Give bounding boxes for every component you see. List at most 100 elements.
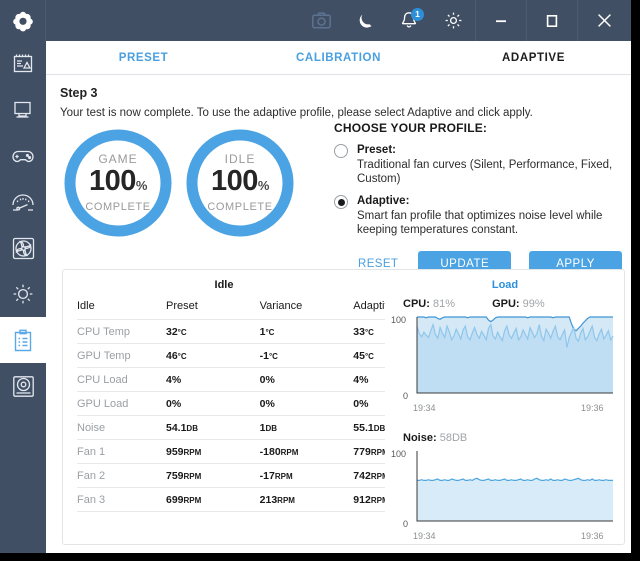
sidebar-item-tuning[interactable]	[0, 317, 46, 363]
clipboard-icon	[14, 329, 32, 351]
profile-chooser: CHOOSE YOUR PROFILE: Preset: Traditional…	[334, 121, 622, 277]
col-variance: Variance	[259, 300, 303, 312]
sidebar-item-cooling[interactable]	[0, 225, 46, 271]
cell-adaptive: 4%	[353, 367, 385, 392]
close-button[interactable]	[577, 0, 631, 41]
gauge-idle-value: 100%	[211, 166, 269, 201]
monitor-icon	[14, 101, 31, 118]
cell-preset: 54.1DB	[165, 415, 260, 440]
screenshot-icon[interactable]	[299, 0, 343, 41]
drive-icon	[12, 375, 34, 397]
load-ytick-top: 100	[391, 315, 407, 325]
load-xtick-end: 19:36	[581, 403, 604, 413]
results-card: Idle Idle Preset Variance Adaptive CPU T…	[62, 269, 625, 545]
cell-variance: 213RPM	[259, 487, 354, 512]
gauge-game-unit: %	[135, 177, 148, 193]
unit: °C	[265, 328, 275, 337]
cell-variance: -1°C	[259, 343, 354, 368]
sidebar-item-lighting[interactable]	[0, 271, 46, 317]
radio-preset-description: Traditional fan curves (Silent, Performa…	[357, 159, 613, 185]
results-table-container: Idle Idle Preset Variance Adaptive CPU T…	[63, 270, 385, 544]
minimize-icon	[496, 19, 506, 22]
camera-icon	[311, 12, 331, 29]
gauge-idle-unit: %	[257, 177, 270, 193]
profile-title: CHOOSE YOUR PROFILE:	[334, 121, 488, 135]
progress-and-profile: GAME 100% COMPLETE IDLE 100% COMPLETE CH…	[46, 121, 631, 277]
results-table: Idle Preset Variance Adaptive CPU Temp32…	[77, 297, 385, 512]
sidebar-item-report[interactable]	[0, 41, 46, 87]
title-bar-spacer	[46, 0, 299, 41]
maximize-icon	[546, 14, 558, 27]
speedometer-icon	[12, 194, 34, 211]
chart-area-cpu	[417, 324, 613, 393]
radio-preset-label: Preset:	[357, 144, 396, 156]
unit: RPM	[183, 496, 202, 505]
gauge-game-sub: COMPLETE	[85, 200, 151, 213]
radio-option-preset[interactable]: Preset: Traditional fan curves (Silent, …	[334, 143, 622, 186]
sidebar-item-storage[interactable]	[0, 363, 46, 409]
content-area: PRESET CALIBRATION ADAPTIVE Step 3 Your …	[46, 41, 631, 553]
load-legend-cpu-value: 81%	[432, 298, 455, 310]
load-chart-title: Load	[491, 279, 519, 291]
cell-adaptive: 0%	[353, 391, 385, 416]
radio-adaptive-body: Adaptive: Smart fan profile that optimiz…	[357, 194, 622, 237]
cell-preset: 4%	[165, 367, 260, 392]
tab-adaptive[interactable]: ADAPTIVE	[436, 52, 631, 64]
noise-chart-svg	[416, 451, 613, 522]
radio-adaptive[interactable]	[334, 195, 348, 209]
noise-chart[interactable]: 100 0 19:34 19:36	[391, 447, 624, 542]
app-logo[interactable]	[0, 0, 46, 41]
gauge-idle: IDLE 100% COMPLETE	[186, 129, 294, 237]
unit: °C	[364, 328, 374, 337]
col-preset: Preset	[165, 300, 198, 312]
application-window: 1 PRESET CALIBRATION ADAPTIVE Step 3 You…	[0, 0, 631, 553]
unit: °C	[364, 352, 374, 361]
gauge-game: GAME 100% COMPLETE	[64, 129, 172, 237]
row-label: CPU Load	[77, 367, 166, 392]
table-row: GPU Load 0% 0% 0%	[77, 391, 385, 416]
gauge-idle-sub: COMPLETE	[207, 200, 273, 213]
charts-container: Load CPU: 81% GPU: 99% 100 0 19:34 19:36…	[385, 270, 624, 544]
col-adaptive: Adaptive	[353, 300, 385, 312]
unit: RPM	[277, 496, 295, 505]
cell-preset: 0%	[165, 391, 260, 416]
radio-preset[interactable]	[334, 144, 348, 158]
cell-variance: 0%	[259, 391, 354, 416]
moon-icon	[359, 14, 372, 28]
maximize-button[interactable]	[526, 0, 577, 41]
cell-variance: 1DB	[259, 415, 354, 440]
gauge-game-text: GAME 100% COMPLETE	[64, 129, 172, 237]
cell-variance: 1°C	[259, 319, 354, 344]
cell-adaptive: 33°C	[353, 319, 385, 344]
row-label: GPU Temp	[77, 343, 166, 368]
sidebar-item-gaming[interactable]	[0, 133, 46, 179]
step-title: Step 3	[60, 86, 98, 100]
sidebar	[0, 41, 46, 553]
unit: °C	[268, 352, 278, 361]
load-chart-legend: CPU: 81% GPU: 99%	[403, 298, 545, 310]
table-title: Idle	[214, 279, 234, 291]
unit: RPM	[280, 448, 299, 457]
settings-button[interactable]	[431, 0, 475, 41]
noise-legend-value: 58DB	[439, 432, 468, 444]
radio-option-adaptive[interactable]: Adaptive: Smart fan profile that optimiz…	[334, 194, 622, 237]
row-label: GPU Load	[77, 391, 166, 416]
cell-variance: -180RPM	[259, 439, 354, 464]
table-row: Fan 1959RPM-180RPM779RPM	[77, 439, 385, 464]
load-chart[interactable]: 100 0 19:34 19:36	[391, 313, 624, 414]
tab-preset[interactable]: PRESET	[46, 52, 241, 64]
gauge-game-number: 100	[89, 164, 136, 197]
load-legend-cpu-name: CPU	[403, 298, 427, 310]
table-header-row: Idle Preset Variance Adaptive	[77, 297, 385, 320]
notifications-button[interactable]: 1	[387, 0, 431, 41]
night-mode-icon[interactable]	[343, 0, 387, 41]
tab-calibration[interactable]: CALIBRATION	[241, 52, 436, 64]
minimize-button[interactable]	[475, 0, 526, 41]
title-bar: 1	[0, 0, 631, 41]
sidebar-item-performance[interactable]	[0, 179, 46, 225]
table-row: Fan 2759RPM-17RPM742RPM	[77, 463, 385, 488]
unit: RPM	[370, 496, 385, 505]
sidebar-item-desktop[interactable]	[0, 87, 46, 133]
row-label: CPU Temp	[77, 319, 166, 344]
load-chart-svg	[416, 316, 614, 394]
